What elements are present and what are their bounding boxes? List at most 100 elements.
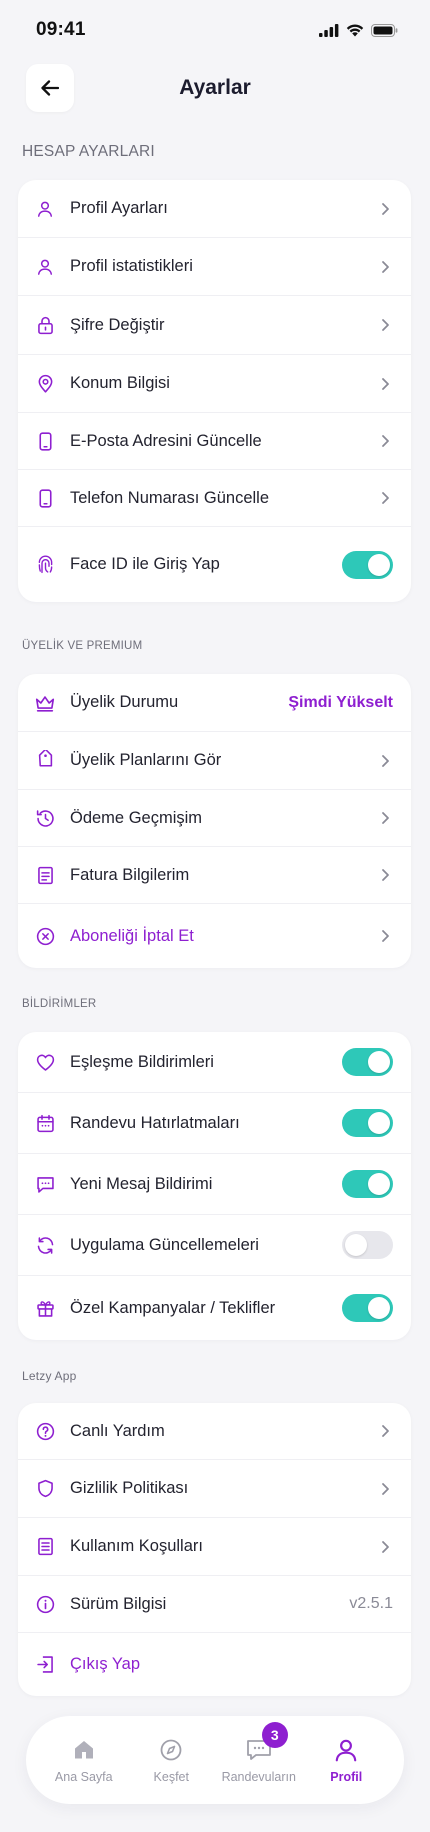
chevron-right-icon xyxy=(377,867,393,883)
cancel-circle-icon xyxy=(34,925,56,947)
chevron-right-icon xyxy=(377,433,393,449)
row-label: Sürüm Bilgisi xyxy=(70,1594,167,1613)
row-invoice-info[interactable]: Fatura Bilgilerim xyxy=(18,847,411,904)
row-label: Telefon Numarası Güncelle xyxy=(70,488,270,507)
row-payment-history[interactable]: Ödeme Geçmişim xyxy=(18,790,411,847)
user-icon xyxy=(332,1736,360,1764)
row-update-email[interactable]: E-Posta Adresini Güncelle xyxy=(18,413,411,470)
phone-icon xyxy=(34,430,56,452)
document-icon xyxy=(34,864,56,886)
row-new-message-notification: Yeni Mesaj Bildirimi xyxy=(18,1154,411,1215)
toggle-knob xyxy=(368,1112,390,1134)
row-label: Face ID ile Giriş Yap xyxy=(70,555,220,573)
row-label: Üyelik Planlarını Gör xyxy=(70,751,222,769)
match-notifications-toggle[interactable] xyxy=(342,1048,393,1076)
wifi-icon xyxy=(346,24,364,36)
row-update-phone[interactable]: Telefon Numarası Güncelle xyxy=(18,470,411,527)
row-label: E-Posta Adresini Güncelle xyxy=(70,431,262,450)
row-label: Konum Bilgisi xyxy=(70,374,170,392)
row-label: Üyelik Durumu xyxy=(70,693,179,711)
home-icon xyxy=(70,1736,98,1764)
chevron-right-icon xyxy=(377,317,393,333)
chevron-right-icon xyxy=(377,490,393,506)
chevron-right-icon xyxy=(377,201,393,217)
header: Ayarlar xyxy=(0,64,430,112)
calendar-icon xyxy=(34,1112,56,1134)
row-face-id: Face ID ile Giriş Yap xyxy=(18,527,411,602)
heart-icon xyxy=(34,1051,56,1073)
status-bar: 09:41 xyxy=(0,0,430,60)
crown-icon xyxy=(34,692,56,714)
chevron-right-icon xyxy=(377,753,393,769)
section-title-account: HESAP AYARLARI xyxy=(22,143,155,160)
row-label: Ödeme Geçmişim xyxy=(70,808,203,827)
phone-icon xyxy=(34,487,56,509)
location-pin-icon xyxy=(34,373,56,395)
appointment-reminders-toggle[interactable] xyxy=(342,1109,393,1137)
chevron-right-icon xyxy=(377,259,393,275)
chevron-right-icon xyxy=(377,928,393,944)
upgrade-now-link[interactable]: Şimdi Yükselt xyxy=(288,694,393,712)
chevron-right-icon xyxy=(377,1539,393,1555)
shield-icon xyxy=(34,1478,56,1500)
toggle-knob xyxy=(368,1051,390,1073)
face-id-toggle[interactable] xyxy=(342,550,393,579)
toggle-knob xyxy=(368,553,390,576)
tab-profile[interactable]: Profil xyxy=(306,1736,386,1784)
list-document-icon xyxy=(34,1536,56,1558)
user-icon xyxy=(34,198,56,220)
row-label: Gizlilik Politikası xyxy=(70,1479,189,1497)
toggle-knob xyxy=(368,1297,390,1319)
tab-home[interactable]: Ana Sayfa xyxy=(44,1736,124,1784)
version-value: v2.5.1 xyxy=(349,1595,393,1612)
info-icon xyxy=(34,1593,56,1615)
chevron-right-icon xyxy=(377,810,393,826)
row-privacy-policy[interactable]: Gizlilik Politikası xyxy=(18,1460,411,1518)
row-profile-statistics[interactable]: Profil istatistikleri xyxy=(18,238,411,296)
notifications-card: Eşleşme Bildirimleri Randevu Hatırlatmal… xyxy=(18,1032,411,1340)
tab-label: Profil xyxy=(330,1770,363,1784)
row-membership-plans[interactable]: Üyelik Planlarını Gör xyxy=(18,732,411,790)
toggle-knob xyxy=(345,1234,367,1256)
row-label: Profil istatistikleri xyxy=(70,257,193,275)
battery-icon xyxy=(371,23,398,37)
membership-card: Üyelik Durumu Şimdi Yükselt Üyelik Planl… xyxy=(18,674,411,968)
new-message-toggle[interactable] xyxy=(342,1170,393,1198)
row-appointment-reminders: Randevu Hatırlatmaları xyxy=(18,1093,411,1154)
row-membership-status[interactable]: Üyelik Durumu Şimdi Yükselt xyxy=(18,674,411,732)
compass-icon xyxy=(157,1736,185,1764)
tab-label: Randevuların xyxy=(221,1770,296,1784)
row-change-password[interactable]: Şifre Değiştir xyxy=(18,296,411,355)
row-app-updates: Uygulama Güncellemeleri xyxy=(18,1215,411,1276)
bottom-tab-bar: Ana Sayfa Keşfet 3 Randevuların Profil xyxy=(26,1716,404,1804)
row-live-help[interactable]: Canlı Yardım xyxy=(18,1403,411,1460)
row-label: Fatura Bilgilerim xyxy=(70,865,190,884)
app-updates-toggle[interactable] xyxy=(342,1231,393,1259)
chevron-right-icon xyxy=(377,376,393,392)
toggle-knob xyxy=(368,1173,390,1195)
page-title: Ayarlar xyxy=(179,76,251,99)
row-terms-of-use[interactable]: Kullanım Koşulları xyxy=(18,1518,411,1576)
row-location[interactable]: Konum Bilgisi xyxy=(18,355,411,413)
special-campaigns-toggle[interactable] xyxy=(342,1294,393,1322)
chevron-right-icon xyxy=(377,1423,393,1439)
lock-icon xyxy=(34,314,56,336)
message-icon xyxy=(34,1173,56,1195)
app-info-card: Canlı Yardım Gizlilik Politikası Kullanı… xyxy=(18,1403,411,1696)
row-label: Aboneliği İptal Et xyxy=(70,926,194,945)
row-label: Eşleşme Bildirimleri xyxy=(70,1052,214,1071)
row-label: Profil Ayarları xyxy=(70,199,168,217)
tab-explore[interactable]: Keşfet xyxy=(131,1736,211,1784)
tab-appointments[interactable]: 3 Randevuların xyxy=(219,1722,299,1784)
row-logout[interactable]: Çıkış Yap xyxy=(18,1633,411,1696)
help-circle-icon xyxy=(34,1420,56,1442)
status-icons xyxy=(319,23,398,37)
row-label: Çıkış Yap xyxy=(70,1655,141,1673)
row-label: Randevu Hatırlatmaları xyxy=(70,1113,240,1132)
row-profile-settings[interactable]: Profil Ayarları xyxy=(18,180,411,238)
row-label: Uygulama Güncellemeleri xyxy=(70,1235,259,1254)
row-label: Canlı Yardım xyxy=(70,1421,165,1440)
logout-icon xyxy=(34,1654,56,1676)
row-cancel-subscription[interactable]: Aboneliği İptal Et xyxy=(18,904,411,968)
row-match-notifications: Eşleşme Bildirimleri xyxy=(18,1032,411,1093)
